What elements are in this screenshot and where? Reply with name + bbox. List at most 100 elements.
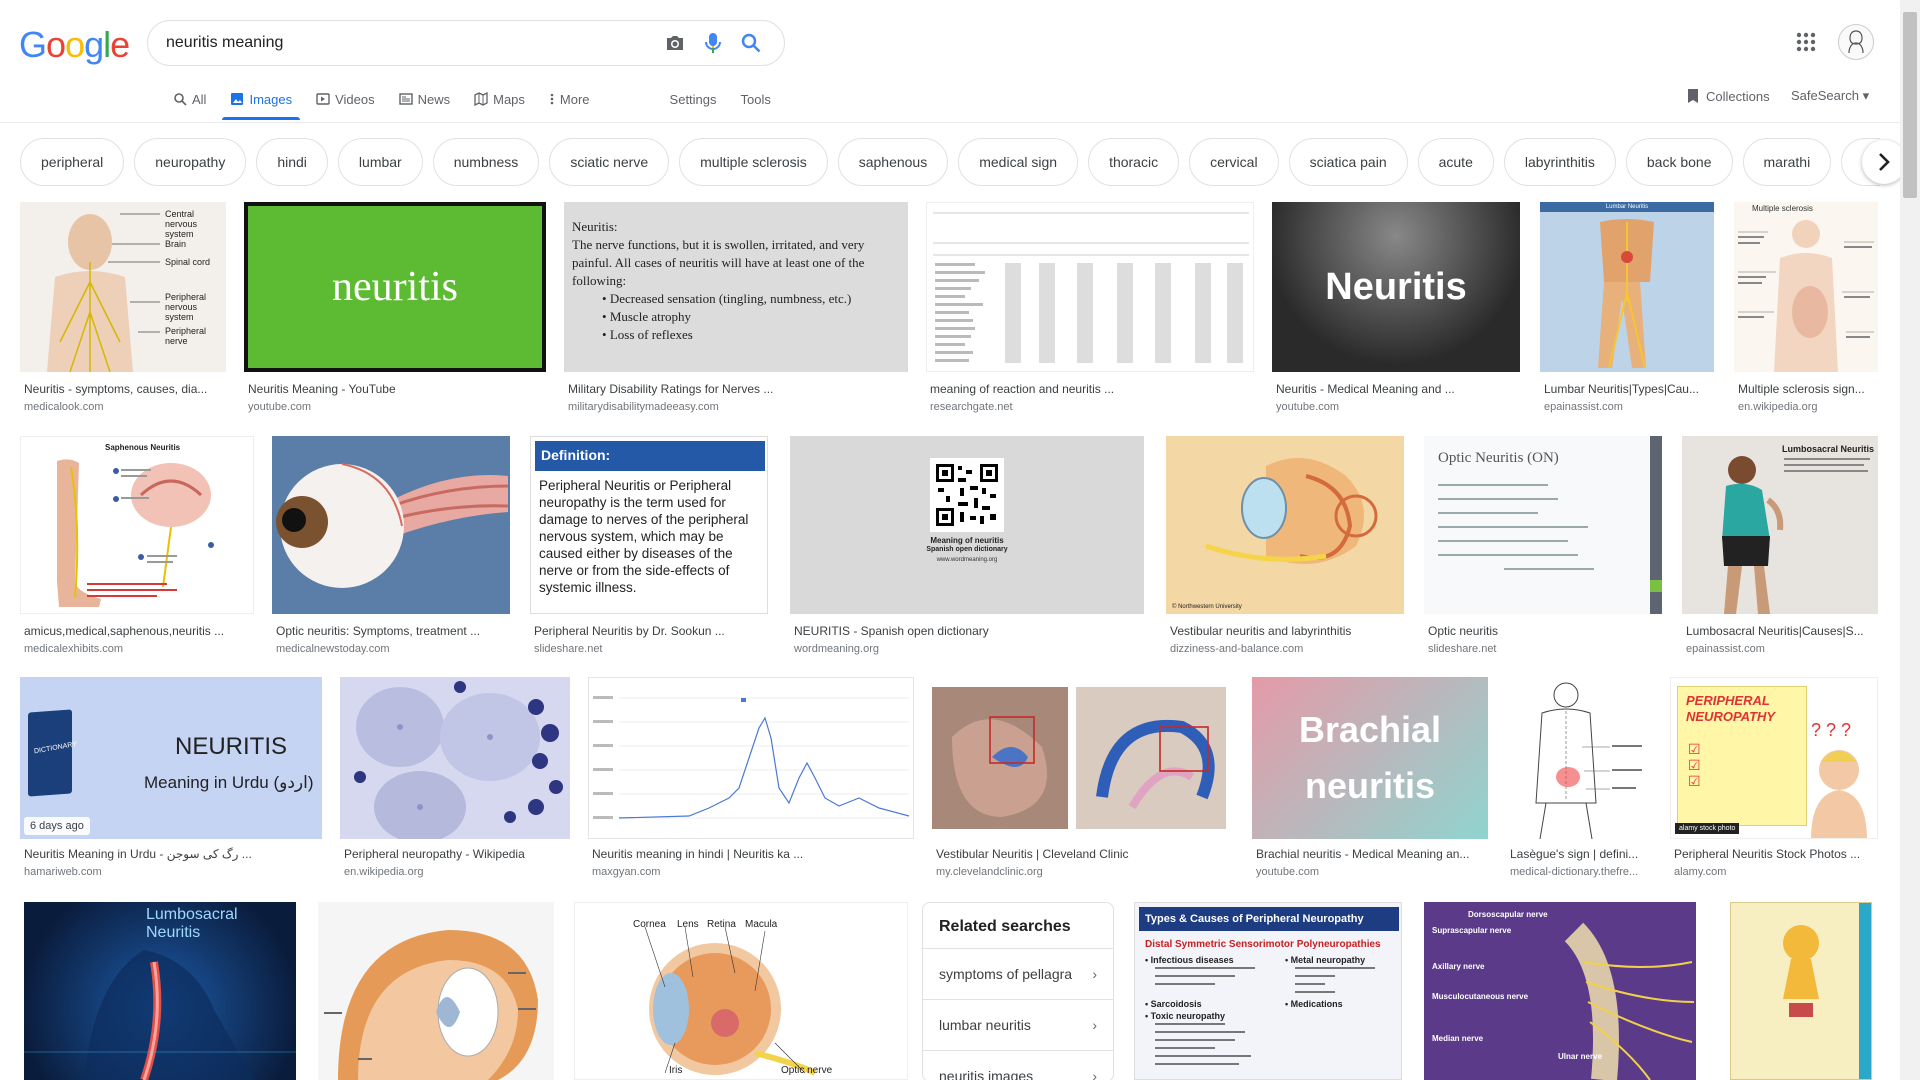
result-caption[interactable]: Neuritis - symptoms, causes, dia... bbox=[24, 382, 228, 396]
image-result[interactable]: Saphenous Neuritis amicus,medical,saphen… bbox=[20, 436, 254, 658]
image-result[interactable]: Peripheral neuropathy - Wikipedia en.wik… bbox=[340, 677, 570, 883]
image-result[interactable]: Lumbosacral Neuritis bbox=[24, 902, 296, 1080]
related-search-item[interactable]: lumbar neuritis › bbox=[923, 999, 1113, 1050]
image-result[interactable]: Definition: Peripheral Neuritis or Perip… bbox=[530, 436, 768, 658]
result-caption[interactable]: Brachial neuritis - Medical Meaning an..… bbox=[1256, 847, 1488, 861]
chip[interactable]: acute bbox=[1417, 138, 1494, 186]
chip[interactable]: back bone bbox=[1625, 138, 1733, 186]
thumb-text: Lumbosacral Neuritis bbox=[1782, 444, 1875, 454]
chip[interactable]: hindi bbox=[256, 138, 328, 186]
microphone-icon[interactable] bbox=[694, 23, 732, 63]
result-caption[interactable]: Neuritis - Medical Meaning and ... bbox=[1276, 382, 1520, 396]
result-caption[interactable]: Peripheral Neuritis Stock Photos ... bbox=[1674, 847, 1878, 861]
chip[interactable]: numbness bbox=[432, 138, 540, 186]
scrollbar-thumb[interactable] bbox=[1903, 12, 1917, 198]
image-result[interactable]: Cornea Lens Retina Macula Iris Optic ner… bbox=[574, 902, 908, 1080]
tab-images[interactable]: Images bbox=[222, 80, 300, 120]
result-caption[interactable]: Optic neuritis bbox=[1428, 624, 1662, 638]
search-input[interactable]: neuritis meaning bbox=[166, 34, 656, 52]
svg-text:? ? ?: ? ? ? bbox=[1811, 720, 1851, 740]
collections-label: Collections bbox=[1706, 88, 1770, 104]
search-box[interactable]: neuritis meaning bbox=[147, 20, 785, 66]
image-result[interactable]: Meaning of neuritis Spanish open diction… bbox=[790, 436, 1144, 658]
safesearch-menu[interactable]: SafeSearch ▾ bbox=[1791, 88, 1869, 104]
result-caption[interactable]: Lumbar Neuritis|Types|Cau... bbox=[1544, 382, 1714, 396]
image-result[interactable] bbox=[318, 902, 554, 1080]
settings-link[interactable]: Settings bbox=[670, 80, 717, 118]
image-result[interactable]: Types & Causes of Peripheral Neuropathy … bbox=[1134, 902, 1402, 1080]
logo-letter: o bbox=[65, 24, 85, 65]
image-result[interactable]: © Northwestern University Vestibular neu… bbox=[1166, 436, 1404, 658]
result-source: researchgate.net bbox=[930, 401, 1013, 413]
image-result[interactable]: Central nervous system Brain Spinal cord Peri… bbox=[20, 202, 228, 420]
tab-more[interactable]: More bbox=[541, 80, 598, 118]
page-scrollbar[interactable] bbox=[1900, 0, 1920, 1080]
result-caption[interactable]: Peripheral neuropathy - Wikipedia bbox=[344, 847, 570, 861]
image-result[interactable]: Vestibular Neuritis | Cleveland Clinic m… bbox=[932, 677, 1232, 883]
image-result[interactable]: Brachial neuritis Brachial neuritis - Me… bbox=[1252, 677, 1488, 883]
video-icon bbox=[316, 93, 330, 105]
chip[interactable]: peripheral bbox=[20, 138, 125, 186]
chip[interactable]: cervical bbox=[1189, 138, 1279, 186]
image-result[interactable]: neuritis Neuritis Meaning - YouTube yout… bbox=[244, 202, 546, 420]
image-result[interactable]: Neuritis meaning in hindi | Neuritis ka … bbox=[588, 677, 914, 883]
result-caption[interactable]: Vestibular Neuritis | Cleveland Clinic bbox=[936, 847, 1232, 861]
tab-videos[interactable]: Videos bbox=[308, 80, 383, 118]
result-caption[interactable]: Lasègue's sign | defini... bbox=[1510, 847, 1650, 861]
chip[interactable]: multiple sclerosis bbox=[679, 138, 828, 186]
image-result[interactable]: Multiple sclerosis Multiple sclerosis si… bbox=[1734, 202, 1878, 420]
account-avatar[interactable] bbox=[1838, 24, 1874, 60]
result-caption[interactable]: Neuritis meaning in hindi | Neuritis ka … bbox=[592, 847, 914, 861]
result-source: my.clevelandclinic.org bbox=[936, 866, 1043, 878]
image-result[interactable]: DICTIONARY NEURITIS Meaning in Urdu (ارد… bbox=[20, 677, 322, 883]
result-caption[interactable]: Military Disability Ratings for Nerves .… bbox=[568, 382, 908, 396]
image-result[interactable]: Dorsoscapular nerve Suprascapular nerve … bbox=[1424, 902, 1696, 1080]
chip[interactable]: sciatica pain bbox=[1288, 138, 1408, 186]
search-icon[interactable] bbox=[732, 23, 770, 63]
image-icon bbox=[231, 93, 244, 105]
image-result[interactable]: Lasègue's sign | defini... medical-dicti… bbox=[1506, 677, 1650, 883]
result-source: youtube.com bbox=[1256, 866, 1319, 878]
tab-news[interactable]: News bbox=[391, 80, 459, 118]
related-search-item[interactable]: symptoms of pellagra › bbox=[923, 948, 1113, 999]
chip[interactable]: saphenous bbox=[837, 138, 949, 186]
result-caption[interactable]: NEURITIS - Spanish open dictionary bbox=[794, 624, 1144, 638]
tab-label: News bbox=[417, 91, 451, 107]
chip[interactable]: labyrinthitis bbox=[1503, 138, 1616, 186]
tools-link[interactable]: Tools bbox=[741, 80, 771, 118]
chip[interactable]: lumbar bbox=[337, 138, 423, 186]
result-caption[interactable]: Neuritis Meaning - YouTube bbox=[248, 382, 546, 396]
image-result[interactable]: Lumbosacral Neuritis Lumbosacral Neuriti… bbox=[1682, 436, 1878, 658]
google-logo[interactable]: Google bbox=[19, 24, 130, 66]
image-result[interactable]: Neuritis Neuritis - Medical Meaning and … bbox=[1272, 202, 1520, 420]
result-caption[interactable]: Neuritis Meaning in Urdu - رگ کی سوجن ..… bbox=[24, 847, 322, 861]
image-result[interactable]: Neuritis: The nerve functions, but it is… bbox=[564, 202, 908, 420]
image-result[interactable]: PERIPHERAL NEUROPATHY ☑ ☑ ☑ ? ? ? alamy st… bbox=[1670, 677, 1878, 883]
image-result[interactable]: Optic neuritis: Symptoms, treatment ... … bbox=[272, 436, 510, 658]
chip[interactable]: neuropathy bbox=[134, 138, 247, 186]
image-result[interactable]: Lumbar Neuritis Lumbar Neuritis|Types|Ca… bbox=[1540, 202, 1714, 420]
result-caption[interactable]: meaning of reaction and neuritis ... bbox=[930, 382, 1254, 396]
related-search-item[interactable]: neuritis images › bbox=[923, 1050, 1113, 1080]
result-source: medicalexhibits.com bbox=[24, 643, 124, 655]
result-caption[interactable]: amicus,medical,saphenous,neuritis ... bbox=[24, 624, 254, 638]
camera-icon[interactable] bbox=[656, 23, 694, 63]
book-title: DICTIONARY bbox=[33, 740, 78, 756]
chip[interactable]: marathi bbox=[1742, 138, 1832, 186]
result-caption[interactable]: Peripheral Neuritis by Dr. Sookun ... bbox=[534, 624, 768, 638]
chip[interactable]: sciatic nerve bbox=[549, 138, 670, 186]
collections-link[interactable]: Collections bbox=[1686, 88, 1770, 104]
result-caption[interactable]: Multiple sclerosis sign... bbox=[1738, 382, 1878, 396]
image-result[interactable] bbox=[1730, 902, 1872, 1080]
result-caption[interactable]: Optic neuritis: Symptoms, treatment ... bbox=[276, 624, 510, 638]
result-caption[interactable]: Vestibular neuritis and labyrinthitis bbox=[1170, 624, 1404, 638]
tab-all[interactable]: All bbox=[165, 80, 214, 118]
dictionary-book-icon: DICTIONARY bbox=[28, 709, 77, 797]
apps-grid-icon[interactable] bbox=[1794, 30, 1818, 54]
result-caption[interactable]: Lumbosacral Neuritis|Causes|S... bbox=[1686, 624, 1878, 638]
chip[interactable]: thoracic bbox=[1088, 138, 1180, 186]
image-result[interactable]: Optic Neuritis (ON) Optic neuritis slide… bbox=[1424, 436, 1662, 658]
chip[interactable]: medical sign bbox=[958, 138, 1079, 186]
tab-maps[interactable]: Maps bbox=[466, 80, 533, 118]
image-result[interactable]: meaning of reaction and neuritis ... res… bbox=[926, 202, 1254, 420]
